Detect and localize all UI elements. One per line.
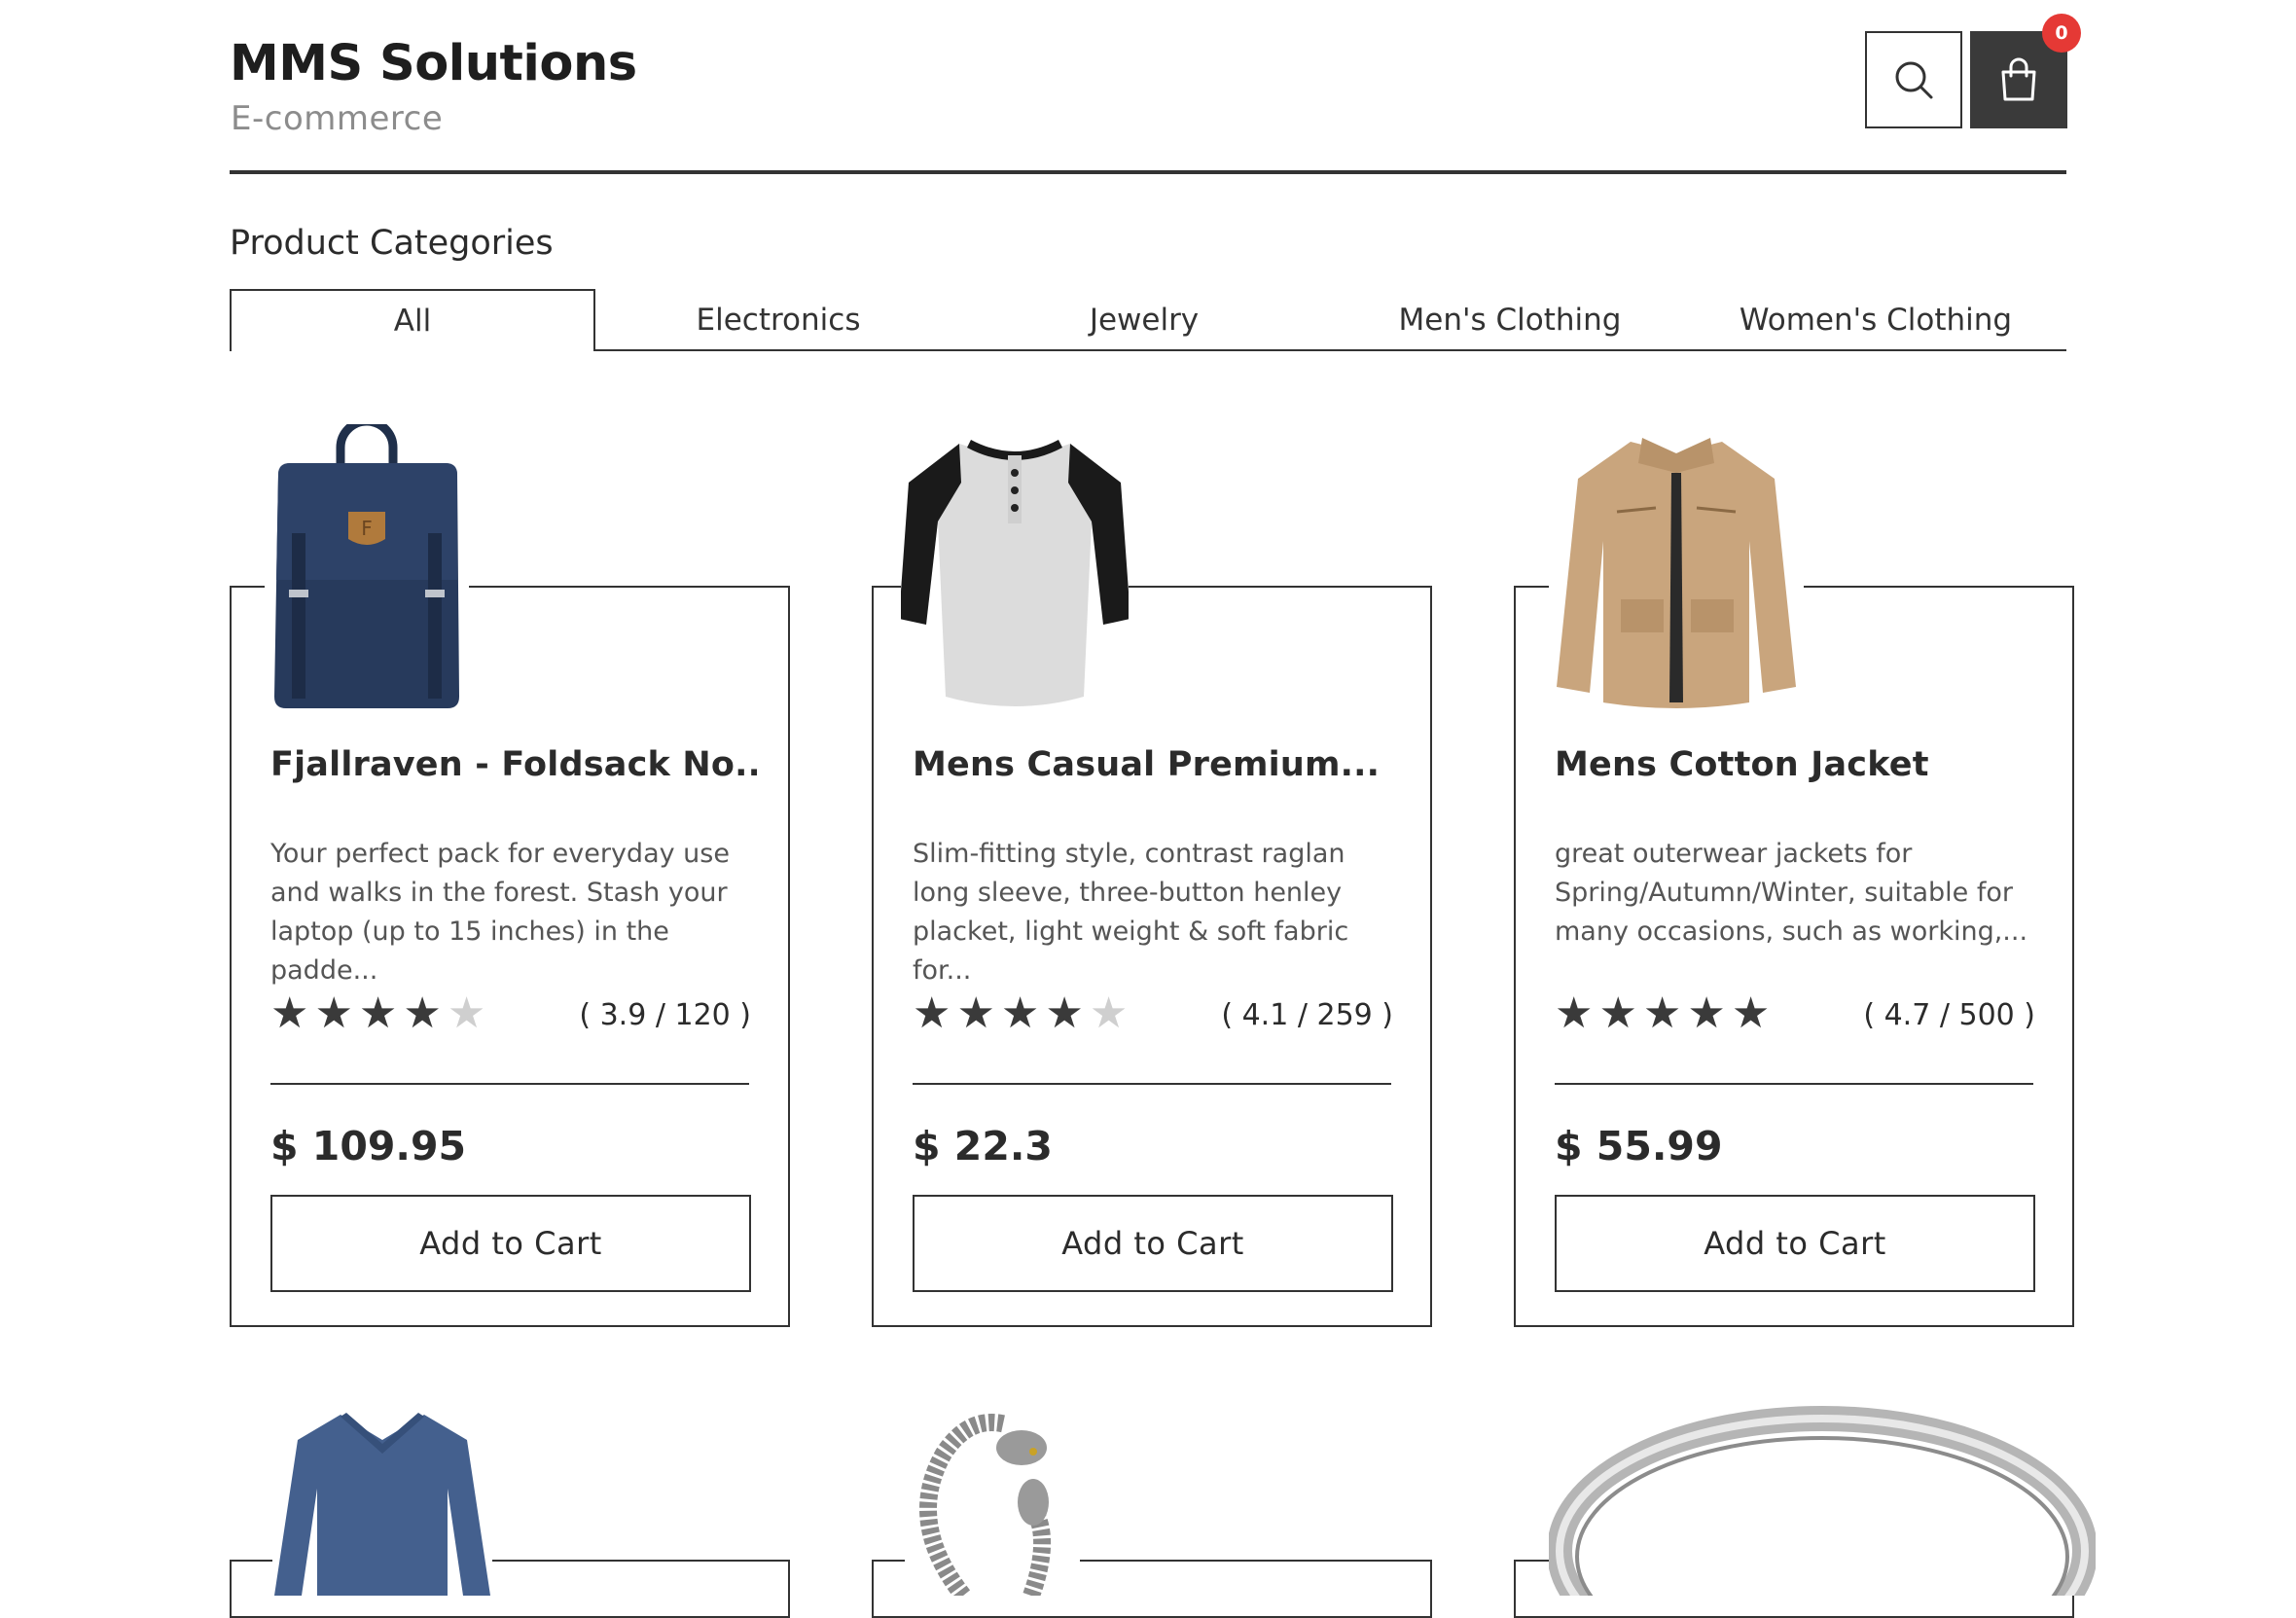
rating-count: ( 4.1 / 259 )	[1221, 998, 1393, 1032]
svg-text:F: F	[361, 517, 373, 540]
search-icon	[1895, 61, 1933, 99]
cotton-jacket-image	[1557, 438, 1796, 708]
star-filled-icon: ★	[1045, 989, 1084, 1038]
rating-count: ( 4.7 / 500 )	[1863, 998, 2035, 1032]
star-filled-icon: ★	[1687, 989, 1726, 1038]
page: MMS Solutions E-commerce 0 Product Categ…	[0, 0, 2296, 1618]
chain-bracelet-image	[919, 1414, 1052, 1596]
categories-heading: Product Categories	[230, 224, 554, 263]
star-filled-icon: ★	[314, 989, 353, 1038]
card-divider	[1555, 1083, 2033, 1085]
add-to-cart-button[interactable]: Add to Cart	[270, 1195, 751, 1292]
card-divider	[913, 1083, 1391, 1085]
product-description: Slim-fitting style, contrast raglan long…	[913, 839, 1349, 986]
silver-bangle-image	[1549, 1406, 2096, 1596]
product-image[interactable]	[905, 1405, 1080, 1596]
rating-count: ( 3.9 / 120 )	[579, 998, 751, 1032]
raglan-shirt-image	[901, 440, 1129, 706]
card-divider	[270, 1083, 749, 1085]
star-empty-icon: ★	[1089, 989, 1129, 1038]
star-filled-icon: ★	[913, 989, 951, 1038]
tab-mens-clothing[interactable]: Men's Clothing	[1327, 289, 1693, 351]
shopping-bag-icon	[2001, 57, 2036, 101]
star-filled-icon: ★	[403, 989, 442, 1038]
star-filled-icon: ★	[358, 989, 398, 1038]
star-filled-icon: ★	[956, 989, 995, 1038]
product-title[interactable]: Fjallraven - Foldsack No....	[270, 745, 757, 784]
star-empty-icon: ★	[447, 989, 486, 1038]
header-divider	[230, 170, 2066, 174]
product-price: $ 109.95	[270, 1123, 467, 1169]
product-image[interactable]	[901, 424, 1129, 716]
brand-title: MMS Solutions	[230, 35, 637, 92]
star-rating: ★ ★ ★ ★ ★	[913, 992, 1128, 1035]
star-filled-icon: ★	[1000, 989, 1040, 1038]
star-filled-icon: ★	[270, 989, 309, 1038]
product-title[interactable]: Mens Casual Premium...	[913, 745, 1399, 784]
star-filled-icon: ★	[1731, 989, 1771, 1038]
add-to-cart-button[interactable]: Add to Cart	[1555, 1195, 2035, 1292]
cart-count-badge: 0	[2042, 14, 2081, 53]
star-rating: ★ ★ ★ ★ ★	[270, 992, 485, 1035]
backpack-image: F	[274, 424, 459, 708]
product-price: $ 22.3	[913, 1123, 1053, 1169]
tab-womens-clothing[interactable]: Women's Clothing	[1693, 289, 2059, 351]
product-image[interactable]	[1549, 424, 1804, 716]
tab-jewelry[interactable]: Jewelry	[961, 289, 1327, 351]
product-image[interactable]: F	[265, 424, 469, 716]
tab-electronics[interactable]: Electronics	[595, 289, 961, 351]
add-to-cart-button[interactable]: Add to Cart	[913, 1195, 1393, 1292]
star-filled-icon: ★	[1598, 989, 1637, 1038]
product-description: Your perfect pack for everyday use and w…	[270, 839, 730, 986]
star-filled-icon: ★	[1555, 989, 1594, 1038]
star-rating: ★ ★ ★ ★ ★	[1555, 992, 1770, 1035]
brand-subtitle: E-commerce	[231, 99, 444, 138]
star-filled-icon: ★	[1642, 989, 1682, 1038]
product-title[interactable]: Mens Cotton Jacket	[1555, 745, 2041, 784]
vneck-sweater-image	[274, 1413, 490, 1596]
product-description: great outerwear jackets for Spring/Autum…	[1555, 839, 2028, 947]
product-price: $ 55.99	[1555, 1123, 1723, 1169]
product-image[interactable]	[1549, 1405, 2096, 1596]
tab-all[interactable]: All	[230, 289, 595, 351]
product-image[interactable]	[272, 1401, 492, 1596]
search-button[interactable]	[1865, 31, 1962, 128]
